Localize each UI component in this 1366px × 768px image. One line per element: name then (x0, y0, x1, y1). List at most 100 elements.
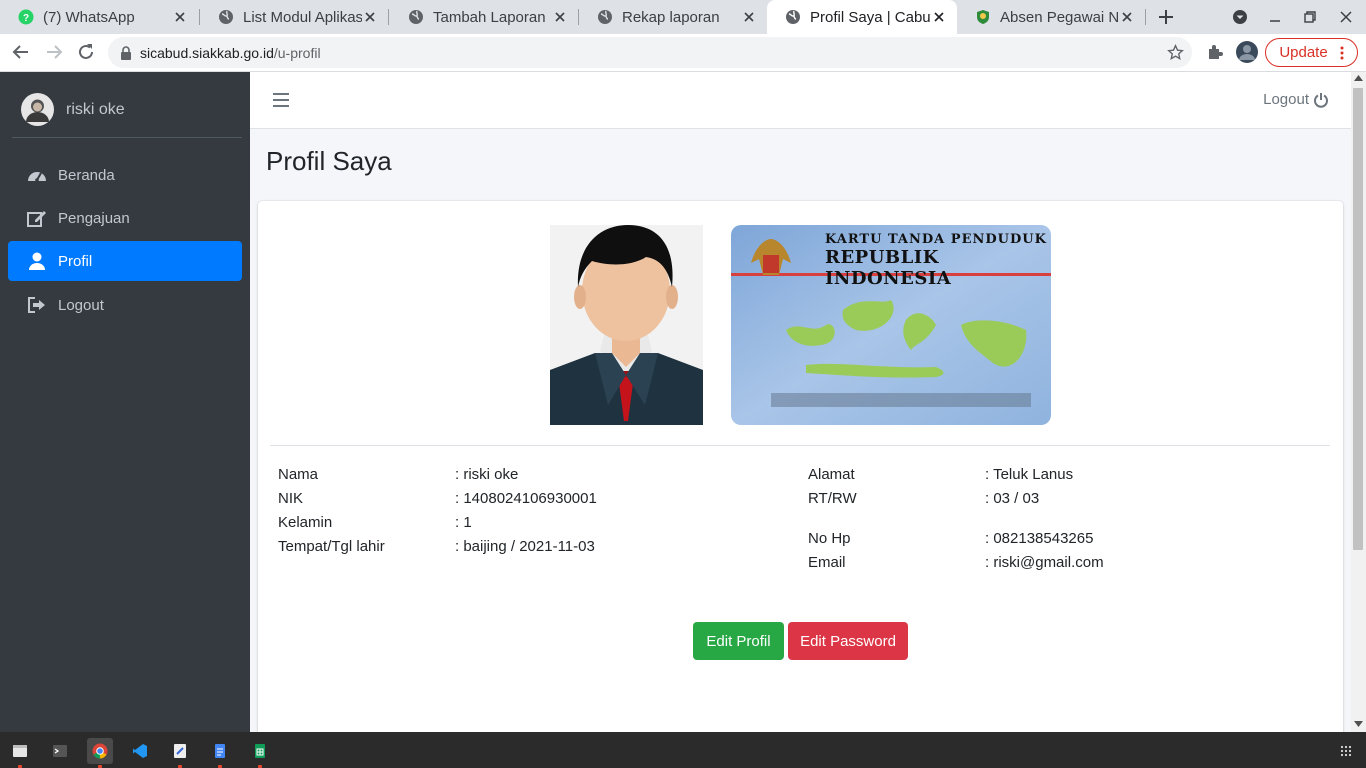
user-panel[interactable]: riski oke (12, 82, 242, 138)
scroll-up-icon[interactable] (1354, 75, 1363, 81)
profile-avatar-icon[interactable] (1236, 41, 1258, 63)
sidebar-item-label: Profil (58, 252, 93, 270)
minimize-icon[interactable] (1256, 11, 1294, 23)
logout-label: Logout (1263, 91, 1309, 108)
user-icon (27, 252, 47, 270)
sidebar-item-profil[interactable]: Profil (8, 241, 242, 281)
text-editor-app-icon[interactable] (167, 738, 193, 768)
bookmark-star-icon[interactable] (1167, 44, 1184, 61)
browser-toolbar: sicabud.siakkab.go.id/u-profil Update (0, 34, 1366, 72)
edit-password-button[interactable]: Edit Password (788, 622, 908, 660)
back-arrow-icon[interactable] (12, 43, 30, 61)
sidebar-item-pengajuan[interactable]: Pengajuan (8, 198, 242, 238)
url-host: sicabud.siakkab.go.id (140, 44, 274, 61)
tab-profil-saya[interactable]: Profil Saya | Cabut (767, 0, 957, 34)
field-label-nohp: No Hp (808, 530, 851, 547)
sidebar-item-beranda[interactable]: Beranda (8, 155, 242, 195)
vertical-scrollbar[interactable] (1351, 72, 1366, 732)
close-tab-icon[interactable] (931, 9, 947, 25)
scrollbar-thumb[interactable] (1353, 88, 1363, 550)
spreadsheet-app-icon[interactable] (247, 738, 273, 768)
field-value-nama: : riski oke (455, 466, 519, 483)
field-value-nohp: : 082138543265 (985, 530, 1094, 547)
field-label-kelamin: Kelamin (278, 514, 333, 531)
globe-icon (408, 9, 424, 25)
tab-title: List Modul Aplikas (243, 8, 362, 26)
field-label-email: Email (808, 554, 846, 571)
field-value-ttl: : baijing / 2021-11-03 (455, 538, 595, 555)
close-window-icon[interactable] (1326, 11, 1366, 23)
sign-out-icon (27, 296, 47, 314)
files-app-icon[interactable] (7, 738, 33, 768)
tab-title: (7) WhatsApp (43, 8, 135, 26)
sidebar-item-label: Logout (58, 296, 104, 314)
edit-profil-button[interactable]: Edit Profil (693, 622, 784, 660)
tab-title: Rekap laporan (622, 8, 720, 26)
kebab-menu-icon[interactable] (1340, 46, 1344, 60)
field-value-alamat: : Teluk Lanus (985, 466, 1074, 483)
field-label-alamat: Alamat (808, 466, 855, 483)
terminal-app-icon[interactable] (47, 738, 73, 764)
profile-card: KARTU TANDA PENDUDUK REPUBLIK INDONESIA … (258, 201, 1343, 741)
close-tab-icon[interactable] (741, 9, 757, 25)
tab-search-icon[interactable] (1224, 9, 1256, 25)
divider (270, 445, 1330, 446)
extensions-puzzle-icon[interactable] (1206, 43, 1224, 61)
scroll-down-icon[interactable] (1354, 721, 1363, 727)
close-tab-icon[interactable] (552, 9, 568, 25)
ktp-title: KARTU TANDA PENDUDUK (825, 232, 1047, 247)
field-label-nama: Nama (278, 466, 319, 483)
field-value-email: : riski@gmail.com (985, 554, 1104, 571)
tab-list-modul[interactable]: List Modul Aplikas (200, 0, 388, 34)
browser-tab-strip: ? (7) WhatsApp List Modul Aplikas Tambah… (0, 0, 1366, 34)
docs-app-icon[interactable] (207, 738, 233, 768)
sidebar-item-label: Beranda (58, 166, 115, 184)
tab-tambah-laporan[interactable]: Tambah Laporan (390, 0, 578, 34)
chrome-app-icon[interactable] (87, 738, 113, 768)
lock-icon[interactable] (120, 45, 132, 60)
app-grid-icon[interactable] (1333, 738, 1359, 764)
restore-icon[interactable] (1294, 11, 1326, 23)
update-button[interactable]: Update (1265, 38, 1358, 67)
profile-photo (550, 225, 703, 425)
tab-title: Tambah Laporan (433, 8, 546, 26)
tab-title: Profil Saya | Cabut (810, 8, 931, 26)
close-tab-icon[interactable] (362, 9, 378, 25)
field-value-kelamin: : 1 (455, 514, 472, 531)
svg-text:?: ? (23, 13, 29, 24)
sidebar-user-name: riski oke (66, 100, 125, 118)
whatsapp-icon: ? (18, 9, 34, 25)
field-value-nik: : 1408024106930001 (455, 490, 597, 507)
logout-link[interactable]: Logout (1263, 91, 1329, 108)
tab-whatsapp[interactable]: ? (7) WhatsApp (0, 0, 198, 34)
vscode-app-icon[interactable] (127, 738, 153, 764)
reload-icon[interactable] (77, 43, 95, 61)
url-path: /u-profil (273, 44, 321, 61)
top-navbar: Logout (250, 72, 1351, 129)
ktp-subtitle: REPUBLIK INDONESIA (825, 247, 952, 289)
globe-icon (218, 9, 234, 25)
tab-rekap-laporan[interactable]: Rekap laporan (579, 0, 767, 34)
tab-title: Absen Pegawai Nc (1000, 8, 1119, 26)
sidebar: riski oke Beranda Pengajuan Profil Logou… (0, 72, 250, 732)
window-controls (1224, 0, 1366, 34)
globe-icon (785, 9, 801, 25)
power-icon (1313, 92, 1329, 108)
avatar (21, 93, 54, 126)
forward-arrow-icon[interactable] (45, 43, 63, 61)
field-label-rtrw: RT/RW (808, 490, 857, 507)
close-tab-icon[interactable] (1119, 9, 1135, 25)
field-label-nik: NIK (278, 490, 304, 507)
page-title: Profil Saya (266, 146, 392, 176)
sidebar-item-label: Pengajuan (58, 209, 130, 227)
globe-icon (597, 9, 613, 25)
hamburger-menu-icon[interactable] (272, 92, 290, 108)
tab-absen-pegawai[interactable]: Absen Pegawai Nc (957, 0, 1145, 34)
close-tab-icon[interactable] (172, 9, 188, 25)
sidebar-item-logout[interactable]: Logout (8, 285, 242, 325)
shield-logo-icon (975, 9, 991, 25)
new-tab-icon[interactable] (1157, 8, 1175, 26)
address-bar[interactable]: sicabud.siakkab.go.id/u-profil (108, 37, 1192, 68)
taskbar (0, 732, 1366, 768)
ktp-card-image: KARTU TANDA PENDUDUK REPUBLIK INDONESIA (731, 225, 1051, 425)
